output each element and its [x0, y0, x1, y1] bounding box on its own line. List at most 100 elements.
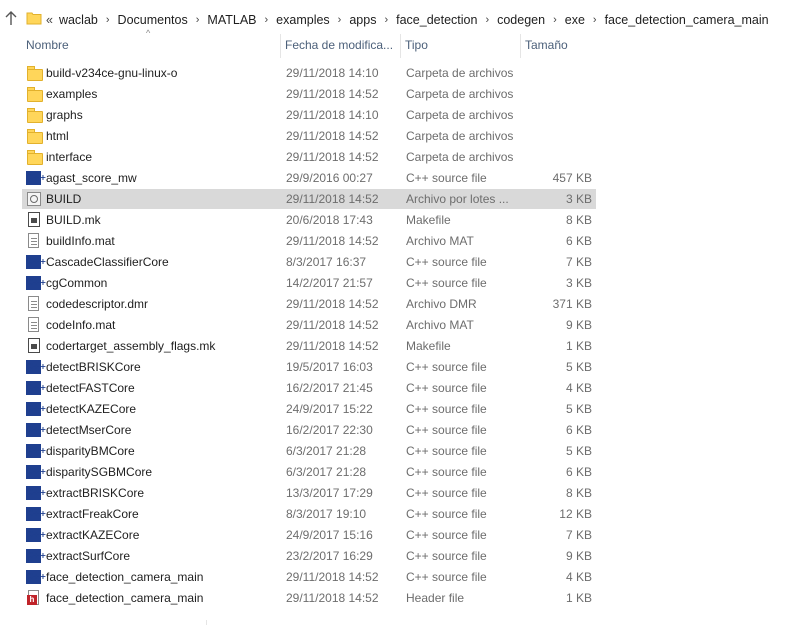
file-name: agast_score_mw [46, 171, 137, 185]
file-row[interactable]: codertarget_assembly_flags.mk 29/11/2018 … [22, 336, 596, 356]
makefile-icon [26, 212, 42, 228]
file-name: extractSurfCore [46, 549, 131, 563]
file-row[interactable]: C++ extractBRISKCore 13/3/2017 17:29 C++ so… [22, 483, 596, 503]
file-row[interactable]: C++ detectMserCore 16/2/2017 22:30 C++ sour… [22, 420, 596, 440]
file-row[interactable]: build-v234ce-gnu-linux-o 29/11/2018 14:10… [22, 63, 596, 83]
file-type: C++ source file [406, 570, 487, 584]
breadcrumb-item[interactable]: MATLAB [207, 13, 256, 27]
file-type: Carpeta de archivos [406, 150, 514, 164]
file-row[interactable]: C++ CascadeClassifierCore 8/3/2017 16:37 C+… [22, 252, 596, 272]
file-date-modified: 29/9/2016 00:27 [286, 171, 373, 185]
breadcrumb-overflow-button[interactable]: « [46, 13, 53, 27]
file-row[interactable]: C++ detectKAZECore 24/9/2017 15:22 C++ sour… [22, 399, 596, 419]
file-row[interactable]: C++ extractFreakCore 8/3/2017 19:10 C++ sou… [22, 504, 596, 524]
file-name: detectFASTCore [46, 381, 135, 395]
file-row[interactable]: codeInfo.mat 29/11/2018 14:52 Archivo MAT 9… [22, 315, 596, 335]
file-size: 5 KB [565, 444, 592, 458]
file-row[interactable]: C++ extractSurfCore 23/2/2017 16:29 C++ sou… [22, 546, 596, 566]
chevron-right-icon[interactable]: › [106, 14, 110, 26]
file-size: 7 KB [565, 255, 592, 269]
file-size: 5 KB [565, 402, 592, 416]
cpp-file-icon: C++ [26, 401, 46, 417]
chevron-right-icon[interactable]: › [196, 14, 200, 26]
breadcrumb-item[interactable]: apps [349, 13, 376, 27]
chevron-right-icon[interactable]: › [384, 14, 388, 26]
file-size: 1 KB [565, 591, 592, 605]
file-row[interactable]: graphs 29/11/2018 14:10 Carpeta de archivo… [22, 105, 596, 125]
file-name: codeInfo.mat [46, 318, 116, 332]
folder-icon [26, 11, 42, 25]
breadcrumb-item[interactable]: Documentos [118, 13, 188, 27]
breadcrumb-item[interactable]: exe [565, 13, 585, 27]
file-date-modified: 29/11/2018 14:10 [286, 108, 379, 122]
up-arrow-icon[interactable] [4, 10, 18, 26]
file-date-modified: 23/2/2017 16:29 [286, 549, 373, 563]
file-name: BUILD.mk [46, 213, 101, 227]
file-size: 6 KB [565, 423, 592, 437]
cpp-file-icon: C++ [26, 527, 46, 543]
breadcrumb-item[interactable]: waclab [59, 13, 98, 27]
file-name: cgCommon [46, 276, 108, 290]
file-row[interactable]: BUILD.mk 20/6/2018 17:43 Makefile 8 KB [22, 210, 596, 230]
file-name: CascadeClassifierCore [46, 255, 169, 269]
file-row[interactable]: interface 29/11/2018 14:52 Carpeta de arch… [22, 147, 596, 167]
file-name: detectMserCore [46, 423, 132, 437]
chevron-right-icon[interactable]: › [593, 14, 597, 26]
file-date-modified: 29/11/2018 14:52 [286, 192, 379, 206]
file-row[interactable]: C++ agast_score_mw 29/9/2016 00:27 C++ sour… [22, 168, 596, 188]
file-name: extractBRISKCore [46, 486, 145, 500]
file-date-modified: 6/3/2017 21:28 [286, 465, 367, 479]
file-size: 8 KB [565, 213, 592, 227]
file-name: build-v234ce-gnu-linux-o [46, 66, 178, 80]
file-size: 9 KB [565, 549, 592, 563]
file-name: interface [46, 150, 93, 164]
file-date-modified: 19/5/2017 16:03 [286, 360, 373, 374]
cpp-file-icon: C++ [26, 275, 46, 291]
file-row[interactable]: h face_detection_camera_main 29/11/2018 14… [22, 588, 596, 608]
breadcrumb-item[interactable]: codegen [497, 13, 545, 27]
file-name: face_detection_camera_main [46, 570, 204, 584]
file-row[interactable]: C++ cgCommon 14/2/2017 21:57 C++ source fil… [22, 273, 596, 293]
file-type: Archivo DMR [406, 297, 477, 311]
file-row[interactable]: html 29/11/2018 14:52 Carpeta de archivos [22, 126, 596, 146]
file-type: Carpeta de archivos [406, 66, 514, 80]
column-header-row: ^ Nombre Fecha de modifica... Tipo Tamañ… [0, 28, 796, 58]
breadcrumb-item[interactable]: face_detection [396, 13, 477, 27]
file-name: face_detection_camera_main [46, 591, 204, 605]
file-date-modified: 29/11/2018 14:52 [286, 339, 379, 353]
file-row[interactable]: C++ disparitySGBMCore 6/3/2017 21:28 C++ so… [22, 462, 596, 482]
file-type: Carpeta de archivos [406, 129, 514, 143]
chevron-right-icon[interactable]: › [485, 14, 489, 26]
file-row[interactable]: examples 29/11/2018 14:52 Carpeta de archi… [22, 84, 596, 104]
file-name: BUILD [46, 192, 82, 206]
breadcrumb-item[interactable]: face_detection_camera_main [605, 13, 769, 27]
file-row[interactable]: C++ detectFASTCore 16/2/2017 21:45 C++ sour… [22, 378, 596, 398]
column-header-type[interactable]: Tipo [400, 34, 518, 58]
column-header-date[interactable]: Fecha de modifica... [280, 34, 398, 58]
file-row[interactable]: C++ face_detection_camera_main 29/11/2018 … [22, 567, 596, 587]
chevron-right-icon[interactable]: › [338, 14, 342, 26]
chevron-right-icon[interactable]: › [265, 14, 269, 26]
breadcrumb-item[interactable]: examples [276, 13, 330, 27]
file-row[interactable]: C++ disparityBMCore 6/3/2017 21:28 C++ sour… [22, 441, 596, 461]
chevron-right-icon[interactable]: › [553, 14, 557, 26]
file-row[interactable]: C++ extractKAZECore 24/9/2017 15:16 C++ sou… [22, 525, 596, 545]
file-row[interactable]: C++ detectBRISKCore 19/5/2017 16:03 C++ sou… [22, 357, 596, 377]
file-type: C++ source file [406, 549, 487, 563]
header-file-icon: h [26, 590, 42, 606]
address-bar[interactable]: « waclab › Documentos › MATLAB › examples › apps ›… [0, 0, 796, 34]
file-size [522, 105, 592, 125]
file-row[interactable]: buildInfo.mat 29/11/2018 14:52 Archivo MAT… [22, 231, 596, 251]
file-row[interactable]: BUILD 29/11/2018 14:52 Archivo por lotes .… [22, 189, 596, 209]
file-type: C++ source file [406, 360, 487, 374]
cpp-file-icon: C++ [26, 569, 46, 585]
cpp-file-icon: C++ [26, 443, 46, 459]
column-header-size[interactable]: Tamaño [520, 34, 600, 58]
file-date-modified: 29/11/2018 14:52 [286, 87, 379, 101]
cpp-file-icon: C++ [26, 380, 46, 396]
document-icon [26, 317, 42, 333]
column-header-name[interactable]: Nombre [22, 34, 280, 58]
file-row[interactable]: codedescriptor.dmr 29/11/2018 14:52 Archiv… [22, 294, 596, 314]
file-type: Carpeta de archivos [406, 87, 514, 101]
file-size: 4 KB [565, 381, 592, 395]
